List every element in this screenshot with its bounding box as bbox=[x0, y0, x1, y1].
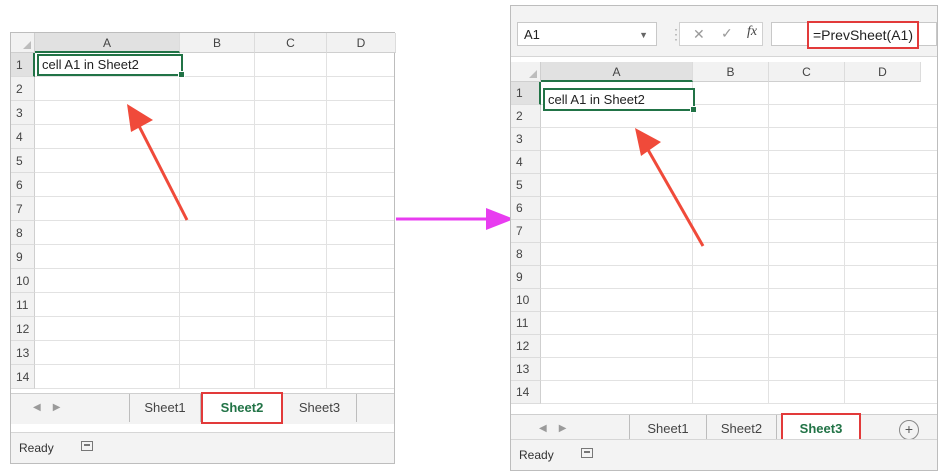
select-all-corner[interactable] bbox=[11, 33, 35, 53]
row-gridline bbox=[541, 288, 937, 289]
formula-bar: A1 ▼ ⋮ ✕ ✓ fx =PrevSheet(A1) bbox=[511, 6, 937, 57]
status-bar: Ready bbox=[511, 439, 937, 470]
row-header-4[interactable]: 4 bbox=[11, 125, 35, 149]
row-header-5[interactable]: 5 bbox=[11, 149, 35, 173]
formula-text[interactable]: =PrevSheet(A1) bbox=[807, 21, 919, 49]
row-header-8[interactable]: 8 bbox=[11, 221, 35, 245]
column-header-b[interactable]: B bbox=[180, 33, 255, 53]
workbook-sheet3: A1 ▼ ⋮ ✕ ✓ fx =PrevSheet(A1) A B C D 1234… bbox=[510, 5, 938, 471]
select-all-corner[interactable] bbox=[511, 62, 541, 82]
row-header-10[interactable]: 10 bbox=[511, 289, 541, 312]
row-header-12[interactable]: 12 bbox=[511, 335, 541, 358]
row-gridline bbox=[35, 124, 394, 125]
row-gridline bbox=[541, 150, 937, 151]
row-header-9[interactable]: 9 bbox=[11, 245, 35, 269]
row-gridline bbox=[35, 340, 394, 341]
row-gridline bbox=[541, 380, 937, 381]
column-gridline bbox=[254, 53, 255, 389]
row-header-2[interactable]: 2 bbox=[511, 105, 541, 128]
row-header-14[interactable]: 14 bbox=[11, 365, 35, 389]
status-ready: Ready bbox=[519, 448, 554, 462]
tab-sheet2[interactable]: Sheet2 bbox=[201, 392, 283, 424]
column-gridline bbox=[768, 82, 769, 404]
column-gridline bbox=[844, 82, 845, 404]
column-header-a[interactable]: A bbox=[541, 62, 693, 82]
sheet-tab-bar: ◀▶ Sheet1 Sheet2 Sheet3 bbox=[11, 392, 394, 424]
row-header-8[interactable]: 8 bbox=[511, 243, 541, 266]
callout-arrow-right-icon bbox=[635, 128, 705, 247]
row-header-11[interactable]: 11 bbox=[11, 293, 35, 317]
row-gridline bbox=[35, 196, 394, 197]
column-header-c[interactable]: C bbox=[255, 33, 327, 53]
macro-record-icon[interactable] bbox=[81, 441, 93, 451]
tab-scroll-arrows[interactable]: ◀▶ bbox=[539, 423, 578, 434]
tab-sheet3[interactable]: Sheet3 bbox=[283, 394, 357, 422]
tab-scroll-arrows[interactable]: ◀▶ bbox=[33, 402, 72, 413]
row-header-3[interactable]: 3 bbox=[11, 101, 35, 125]
insert-function-icon[interactable]: fx bbox=[747, 24, 757, 40]
row-gridline bbox=[541, 173, 937, 174]
row-header-13[interactable]: 13 bbox=[511, 358, 541, 381]
row-gridline bbox=[541, 357, 937, 358]
row-gridline bbox=[541, 265, 937, 266]
row-gridline bbox=[541, 127, 937, 128]
row-gridline bbox=[541, 196, 937, 197]
status-bar: Ready bbox=[11, 432, 394, 463]
row-header-9[interactable]: 9 bbox=[511, 266, 541, 289]
row-gridline bbox=[541, 311, 937, 312]
row-gridline bbox=[35, 364, 394, 365]
row-gridline bbox=[35, 388, 394, 389]
row-gridline bbox=[35, 292, 394, 293]
row-header-10[interactable]: 10 bbox=[11, 269, 35, 293]
cell-a1[interactable]: cell A1 in Sheet2 bbox=[543, 88, 697, 113]
cell-a1[interactable]: cell A1 in Sheet2 bbox=[37, 54, 185, 78]
add-sheet-icon[interactable]: + bbox=[899, 420, 919, 440]
tab-sheet1[interactable]: Sheet1 bbox=[129, 394, 201, 422]
row-gridline bbox=[35, 148, 394, 149]
row-gridline bbox=[541, 219, 937, 220]
row-gridline bbox=[35, 76, 394, 77]
row-gridline bbox=[541, 403, 937, 404]
row-header-7[interactable]: 7 bbox=[11, 197, 35, 221]
callout-arrow-left-icon bbox=[127, 104, 189, 221]
cancel-icon[interactable]: ✕ bbox=[693, 26, 705, 43]
name-box[interactable]: A1 ▼ bbox=[517, 22, 657, 46]
macro-record-icon[interactable] bbox=[581, 448, 593, 458]
workbook-sheet2: A B C D 1 2 3 4 5 6 7 8 9 10 11 12 13 14 cell A1 in S… bbox=[10, 32, 396, 464]
row-header-6[interactable]: 6 bbox=[11, 173, 35, 197]
row-gridline bbox=[35, 316, 394, 317]
column-header-a[interactable]: A bbox=[35, 33, 180, 53]
row-header-1[interactable]: 1 bbox=[511, 82, 541, 105]
transition-arrow-icon bbox=[396, 208, 514, 230]
row-header-7[interactable]: 7 bbox=[511, 220, 541, 243]
grid: A B C D 1 2 3 4 5 6 7 8 9 10 11 12 13 14 cell A1 in S… bbox=[11, 33, 396, 393]
row-header-13[interactable]: 13 bbox=[11, 341, 35, 365]
column-header-b[interactable]: B bbox=[693, 62, 769, 82]
status-ready: Ready bbox=[19, 441, 54, 455]
column-gridline bbox=[326, 53, 327, 389]
row-header-4[interactable]: 4 bbox=[511, 151, 541, 174]
enter-check-icon[interactable]: ✓ bbox=[721, 25, 733, 42]
row-gridline bbox=[541, 242, 937, 243]
row-header-14[interactable]: 14 bbox=[511, 381, 541, 404]
grid: A B C D 1 2 3 4 5 6 7 8 9 10 11 12 13 14 cell A1 in S… bbox=[511, 62, 937, 414]
column-header-d[interactable]: D bbox=[845, 62, 921, 82]
row-gridline bbox=[35, 100, 394, 101]
row-header-3[interactable]: 3 bbox=[511, 128, 541, 151]
column-header-d[interactable]: D bbox=[327, 33, 396, 53]
row-header-6[interactable]: 6 bbox=[511, 197, 541, 220]
row-gridline bbox=[35, 244, 394, 245]
row-header-1[interactable]: 1 bbox=[11, 53, 35, 77]
chevron-down-icon[interactable]: ▼ bbox=[639, 23, 648, 47]
column-header-c[interactable]: C bbox=[769, 62, 845, 82]
row-header-2[interactable]: 2 bbox=[11, 77, 35, 101]
row-gridline bbox=[541, 334, 937, 335]
row-header-5[interactable]: 5 bbox=[511, 174, 541, 197]
row-gridline bbox=[35, 268, 394, 269]
row-gridline bbox=[35, 172, 394, 173]
row-header-11[interactable]: 11 bbox=[511, 312, 541, 335]
row-gridline bbox=[35, 220, 394, 221]
row-header-12[interactable]: 12 bbox=[11, 317, 35, 341]
